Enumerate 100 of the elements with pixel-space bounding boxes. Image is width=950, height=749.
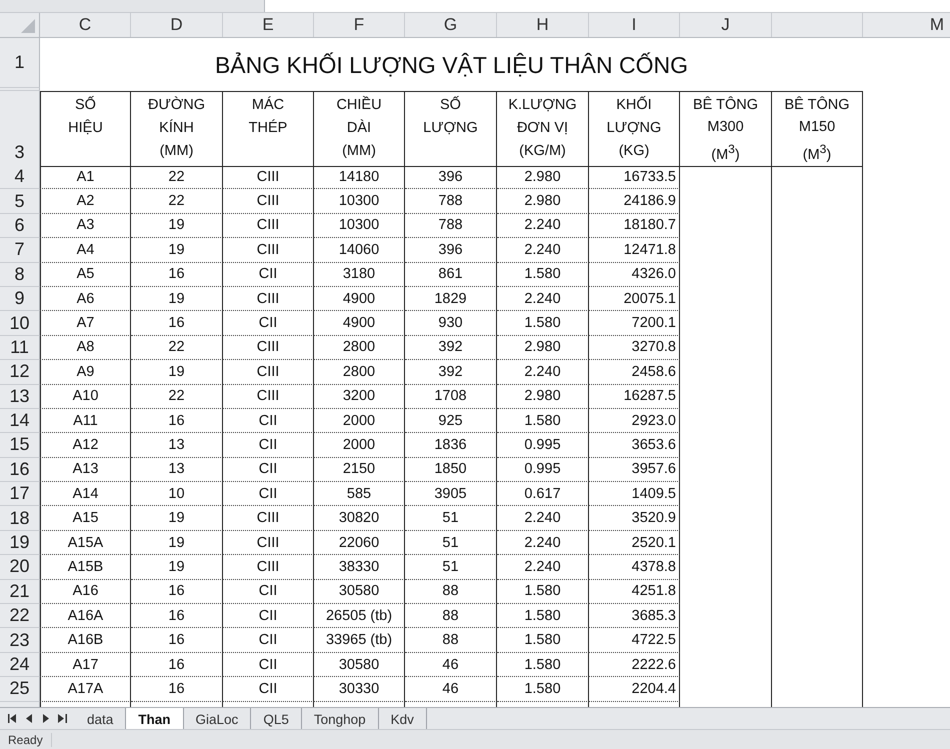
status-text: Ready [0,732,52,746]
table-cell: 3180 [314,262,405,287]
sheet-title: BẢNG KHỐI LƯỢNG VẬT LIỆU THÂN CỐNG [214,52,688,78]
table-cell: CII [223,677,314,702]
row-header[interactable]: 24 [0,652,40,678]
table-cell: 3270.8 [589,336,680,360]
table-cell: 3905 [405,482,497,506]
table-header-cell: SỐ LƯỢNG [405,91,497,167]
row-header[interactable]: 1 [0,38,40,88]
row-header[interactable]: 19 [0,530,40,556]
row-header[interactable]: 12 [0,360,40,385]
table-cell: CIII [223,189,314,214]
table-cell: A12 [40,433,131,458]
row-header[interactable]: 23 [0,628,40,653]
column-header[interactable]: H [497,13,589,37]
table-cell: 4378.8 [589,555,680,580]
row-header[interactable]: 7 [0,238,40,263]
table-cell: CII [223,311,314,336]
column-header[interactable]: G [405,13,497,37]
row-header[interactable]: 13 [0,384,40,409]
table-header-cell: SỐ HIỆU [40,91,131,167]
row-header[interactable]: 6 [0,214,40,238]
table-cell: CII [223,604,314,628]
next-sheet-icon[interactable] [42,714,49,723]
table-cell: 2.980 [497,384,589,409]
table-cell: 2.240 [497,214,589,238]
table-cell: 1.580 [497,677,589,702]
column-header[interactable]: I [589,13,680,37]
table-cell: 2150 [314,458,405,482]
row-header[interactable]: 5 [0,189,40,214]
table-cell: 26505 (tb) [314,604,405,628]
table-cell: 1829 [405,286,497,312]
table-cell: 1.580 [497,311,589,336]
row-header[interactable]: 8 [0,262,40,287]
column-header[interactable]: C [40,13,131,37]
table-header-cell: MÁC THÉP [223,91,314,167]
row-header[interactable]: 10 [0,311,40,336]
table-cell: 1.580 [497,604,589,628]
table-cell: 0.617 [497,482,589,506]
table-cell: 4326.0 [589,262,680,287]
column-header[interactable]: M [863,13,950,37]
previous-sheet-icon[interactable] [26,714,33,723]
row-header[interactable]: 18 [0,506,40,531]
table-cell: A8 [40,336,131,360]
table-cell: 16287.5 [589,384,680,409]
row-header[interactable]: 16 [0,458,40,482]
table-cell: 51 [405,506,497,531]
table-cell: 0.995 [497,458,589,482]
row-header[interactable]: 11 [0,336,40,360]
table-cell: 22 [131,189,223,214]
table-cell: 16 [131,580,223,604]
table-cell: 38330 [314,555,405,580]
table-cell: A4 [40,238,131,263]
table-cell: 396 [405,238,497,263]
row-header[interactable]: 21 [0,580,40,604]
row-header[interactable]: 25 [0,677,40,702]
table-cell: 0.995 [497,433,589,458]
table-cell: 1708 [405,384,497,409]
last-sheet-icon[interactable] [58,714,67,723]
row-header[interactable]: 14 [0,408,40,434]
table-cell: 2520.1 [589,530,680,556]
table-cell: 1.580 [497,262,589,287]
table-cell: 2204.4 [589,677,680,702]
table-cell: 16 [131,677,223,702]
table-cell: 1836 [405,433,497,458]
column-header[interactable]: E [223,13,314,37]
table-cell: CIII [223,238,314,263]
table-cell: A13 [40,458,131,482]
row-header[interactable]: 9 [0,286,40,312]
table-cell: 585 [314,482,405,506]
table-cell: 13 [131,458,223,482]
table-cell: 1.580 [497,408,589,434]
column-header[interactable]: J [680,13,772,37]
table-cell: 930 [405,311,497,336]
table-cell: 14180 [314,165,405,190]
table-cell: CII [223,482,314,506]
table-cell: 30580 [314,652,405,678]
row-header[interactable]: 22 [0,604,40,628]
table-cell: CIII [223,506,314,531]
row-header[interactable]: 15 [0,433,40,458]
column-header[interactable]: F [314,13,405,37]
table-cell: 16733.5 [589,165,680,190]
first-sheet-icon[interactable] [8,714,17,723]
table-header-cell: K.LƯỢNG ĐƠN VỊ (KG/M) [497,91,589,167]
table-cell: 861 [405,262,497,287]
row-header[interactable]: 3 [0,91,40,167]
table-cell: CIII [223,165,314,190]
row-header[interactable]: 17 [0,482,40,506]
row-header[interactable]: 20 [0,555,40,580]
table-cell: 2.980 [497,165,589,190]
table-cell: CII [223,580,314,604]
table-cell: 788 [405,214,497,238]
table-cell: A16B [40,628,131,653]
sheet-tab[interactable]: Than [126,708,184,729]
table-cell: 1.580 [497,580,589,604]
table-cell: 2.980 [497,336,589,360]
table-cell: 19 [131,506,223,531]
table-cell: A16 [40,580,131,604]
row-header[interactable]: 4 [0,165,40,190]
column-header[interactable]: D [131,13,223,37]
